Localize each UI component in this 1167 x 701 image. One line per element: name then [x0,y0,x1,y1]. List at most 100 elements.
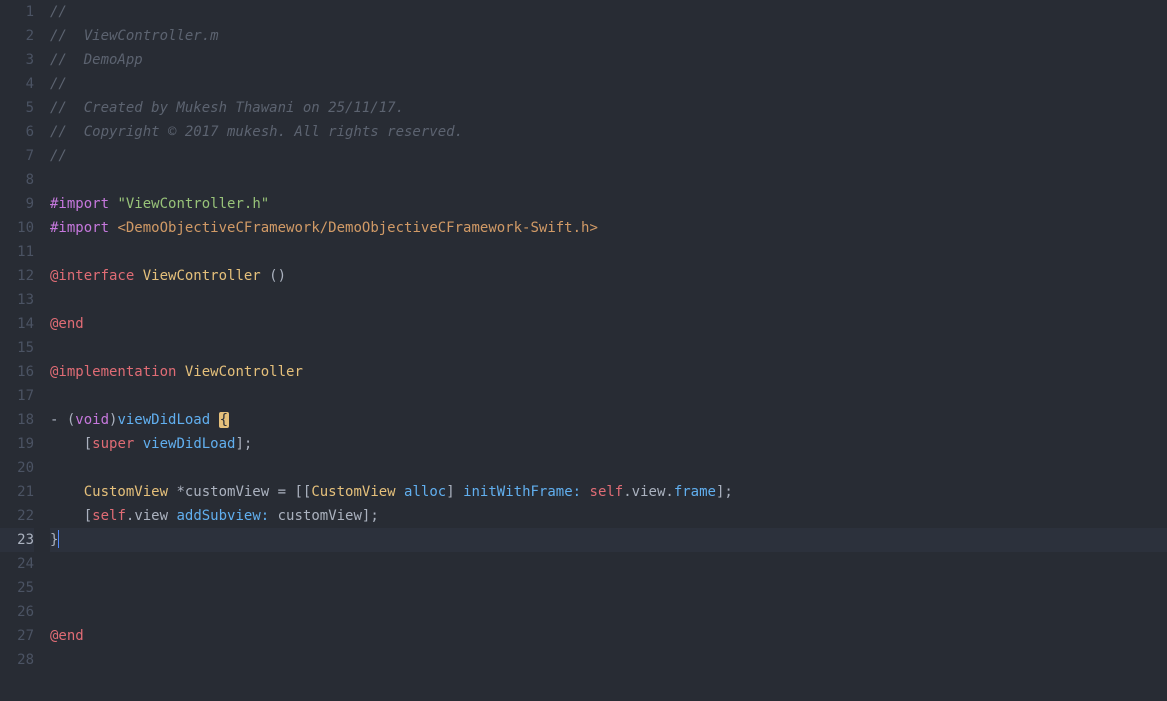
line-number: 27 [0,624,34,648]
code-line[interactable]: // ViewController.m [50,24,1167,48]
token-punct: () [261,268,286,284]
token-punct: [ [50,436,92,452]
code-line[interactable]: [super viewDidLoad]; [50,432,1167,456]
token-punct: } [50,532,58,548]
line-number-gutter: 1234567891011121314151617181920212223242… [0,0,42,701]
line-number: 15 [0,336,34,360]
token-method: viewDidLoad [143,436,236,452]
line-number: 4 [0,72,34,96]
token-punct: . [623,484,631,500]
line-number: 12 [0,264,34,288]
token-punct [50,484,84,500]
code-line[interactable]: @implementation ViewController [50,360,1167,384]
code-line[interactable] [50,600,1167,624]
token-comment: // [50,4,67,20]
code-line[interactable]: } [50,528,1167,552]
line-number: 3 [0,48,34,72]
token-punct: - ( [50,412,75,428]
code-line[interactable] [50,240,1167,264]
token-punct: *customView = [[ [168,484,311,500]
token-hash: #import [50,220,109,236]
line-number: 28 [0,648,34,672]
line-number: 8 [0,168,34,192]
token-comment: // [50,76,67,92]
code-line[interactable]: // [50,0,1167,24]
line-number: 13 [0,288,34,312]
token-type: CustomView [84,484,168,500]
token-type: ViewController [185,364,303,380]
line-number: 23 [0,528,34,552]
token-self: self [590,484,624,500]
code-line[interactable]: @end [50,624,1167,648]
line-number: 2 [0,24,34,48]
code-line[interactable]: // Copyright © 2017 mukesh. All rights r… [50,120,1167,144]
code-line[interactable]: #import "ViewController.h" [50,192,1167,216]
token-punct: ]; [235,436,252,452]
token-punct: . [665,484,673,500]
code-line[interactable]: @interface ViewController () [50,264,1167,288]
line-number: 10 [0,216,34,240]
line-number: 11 [0,240,34,264]
token-hash: #import [50,196,109,212]
line-number: 21 [0,480,34,504]
token-type: ViewController [143,268,261,284]
token-method: addSubview: [176,508,269,524]
token-punct [581,484,589,500]
token-keyword-at: @end [50,316,84,332]
line-number: 18 [0,408,34,432]
code-line[interactable] [50,456,1167,480]
code-line[interactable] [50,576,1167,600]
token-comment: // Created by Mukesh Thawani on 25/11/17… [50,100,404,116]
line-number: 9 [0,192,34,216]
token-prop: view [632,484,666,500]
code-line[interactable]: // Created by Mukesh Thawani on 25/11/17… [50,96,1167,120]
token-type: CustomView [311,484,395,500]
code-line[interactable]: // [50,144,1167,168]
code-line[interactable] [50,552,1167,576]
line-number: 7 [0,144,34,168]
token-self: super [92,436,134,452]
line-number: 1 [0,0,34,24]
cursor [58,530,59,548]
line-number: 24 [0,552,34,576]
token-method: frame [674,484,716,500]
code-line[interactable]: // DemoApp [50,48,1167,72]
code-line[interactable]: #import <DemoObjectiveCFramework/DemoObj… [50,216,1167,240]
code-line[interactable]: [self.view addSubview: customView]; [50,504,1167,528]
code-line[interactable] [50,336,1167,360]
token-method: alloc [404,484,446,500]
token-comment: // DemoApp [50,52,143,68]
token-prop: view [134,508,168,524]
line-number: 6 [0,120,34,144]
code-line[interactable] [50,648,1167,672]
token-self: self [92,508,126,524]
code-line[interactable]: @end [50,312,1167,336]
line-number: 16 [0,360,34,384]
code-line[interactable] [50,168,1167,192]
code-line[interactable]: // [50,72,1167,96]
code-content[interactable]: // // ViewController.m // DemoApp // // Crea… [42,0,1167,701]
code-line[interactable]: - (void)viewDidLoad { [50,408,1167,432]
line-number: 22 [0,504,34,528]
code-line[interactable]: CustomView *customView = [[CustomView al… [50,480,1167,504]
line-number: 17 [0,384,34,408]
token-punct [396,484,404,500]
line-number: 25 [0,576,34,600]
token-brace-hl: { [219,412,229,428]
token-keyword-at: @end [50,628,84,644]
token-punct: [ [50,508,92,524]
token-punct: customView]; [269,508,379,524]
code-editor[interactable]: 1234567891011121314151617181920212223242… [0,0,1167,701]
token-comment: // [50,148,67,164]
code-line[interactable] [50,288,1167,312]
code-line[interactable] [50,384,1167,408]
token-comment: // ViewController.m [50,28,219,44]
token-punct [210,412,218,428]
token-string: "ViewController.h" [117,196,269,212]
token-punct [176,364,184,380]
line-number: 20 [0,456,34,480]
line-number: 5 [0,96,34,120]
token-comment: // Copyright © 2017 mukesh. All rights r… [50,124,463,140]
token-punct [134,268,142,284]
token-string-angle: <DemoObjectiveCFramework/DemoObjectiveCF… [117,220,597,236]
